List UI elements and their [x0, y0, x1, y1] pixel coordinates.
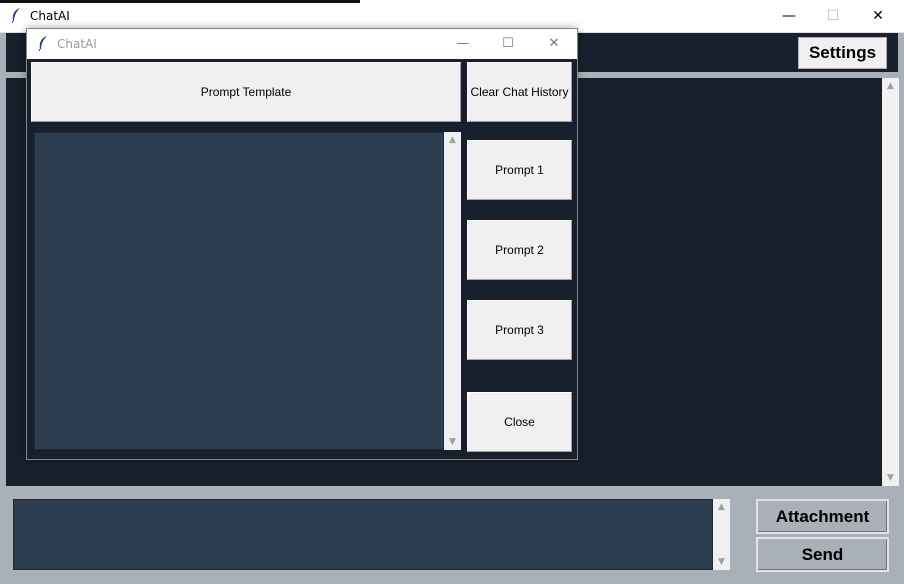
feather-icon	[37, 35, 49, 55]
scroll-down-icon[interactable]: ▼	[882, 473, 899, 483]
feather-icon	[10, 7, 22, 27]
minimize-button[interactable]: —	[766, 0, 812, 33]
prompt-1-button[interactable]: Prompt 1	[467, 140, 572, 200]
close-button[interactable]: Close	[467, 392, 572, 452]
settings-button[interactable]: Settings	[798, 37, 887, 69]
dialog-titlebar: ChatAI — ☐ ✕	[27, 29, 577, 59]
scroll-down-icon[interactable]: ▼	[713, 557, 730, 567]
clear-chat-history-button[interactable]: Clear Chat History	[467, 62, 572, 122]
dialog-title: ChatAI	[57, 37, 97, 51]
scroll-up-icon[interactable]: ▲	[713, 502, 730, 512]
dialog-close-icon[interactable]: ✕	[531, 29, 577, 59]
close-window-button[interactable]: ✕	[855, 0, 901, 33]
dialog-minimize-button[interactable]: —	[440, 29, 486, 59]
template-text-area[interactable]	[34, 132, 444, 450]
prompt-3-button[interactable]: Prompt 3	[467, 300, 572, 360]
scroll-up-icon[interactable]: ▲	[882, 81, 899, 91]
dialog-maximize-button[interactable]: ☐	[485, 29, 531, 59]
chat-scrollbar[interactable]: ▲ ▼	[882, 78, 899, 486]
maximize-button[interactable]: ☐	[810, 0, 856, 33]
input-scrollbar[interactable]: ▲ ▼	[713, 499, 730, 570]
scroll-up-icon[interactable]: ▲	[444, 135, 461, 145]
prompt-2-button[interactable]: Prompt 2	[467, 220, 572, 280]
scroll-down-icon[interactable]: ▼	[444, 437, 461, 447]
message-input[interactable]	[13, 499, 713, 570]
main-window-title: ChatAI	[30, 9, 70, 23]
send-button[interactable]: Send	[756, 537, 889, 572]
titlebar-shadow-edge	[0, 0, 360, 3]
template-scrollbar[interactable]: ▲ ▼	[444, 132, 461, 450]
prompt-template-dialog: ChatAI — ☐ ✕ Prompt Template Clear Chat …	[26, 28, 578, 460]
attachment-button[interactable]: Attachment	[756, 499, 889, 534]
prompt-template-button[interactable]: Prompt Template	[31, 62, 461, 122]
